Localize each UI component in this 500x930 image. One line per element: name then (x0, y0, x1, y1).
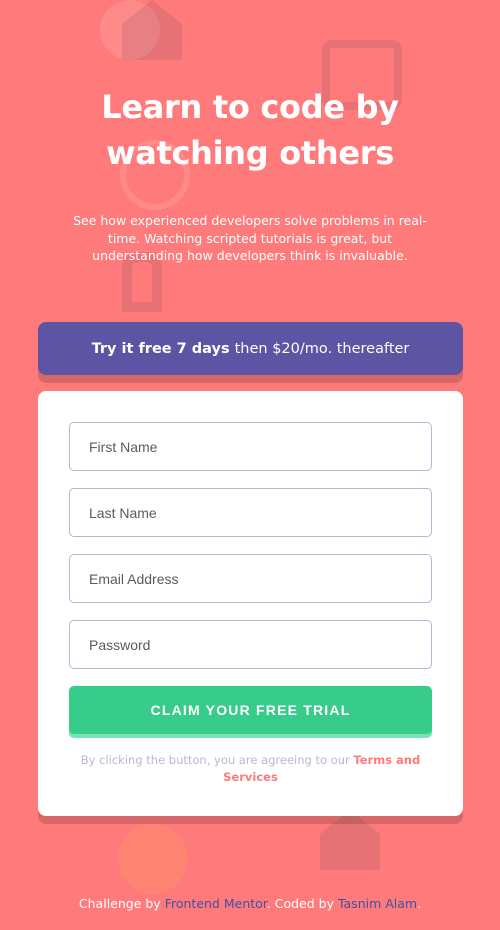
signup-form: CLAIM YOUR FREE TRIAL By clicking the bu… (38, 391, 463, 816)
circle-shape-decoration (100, 0, 160, 60)
frontend-mentor-link[interactable]: Frontend Mentor (165, 896, 267, 911)
offer-bold-text: Try it free 7 days (91, 340, 230, 357)
offer-price-text: then $20/mo. thereafter (234, 340, 410, 357)
last-name-input[interactable] (69, 488, 432, 537)
hero-section: Learn to code by watching others See how… (0, 84, 500, 265)
terms-prefix: By clicking the button, you are agreeing… (80, 753, 350, 767)
hero-description: See how experienced developers solve pro… (73, 213, 427, 263)
house-icon (122, 0, 182, 60)
email-input[interactable] (69, 554, 432, 603)
author-link[interactable]: Tasnim Alam (338, 896, 417, 911)
free-trial-banner: Try it free 7 days then $20/mo. thereaft… (38, 322, 463, 375)
house-icon-bottom (320, 810, 380, 870)
claim-trial-button[interactable]: CLAIM YOUR FREE TRIAL (69, 686, 432, 734)
attribution: Challenge by Frontend Mentor. Coded by T… (0, 896, 500, 911)
page-title: Learn to code by watching others (101, 88, 399, 172)
attribution-suffix: . (417, 896, 422, 911)
attribution-middle: . Coded by (266, 896, 334, 911)
terms-notice: By clicking the button, you are agreeing… (69, 752, 432, 786)
lightbulb-icon (118, 824, 188, 894)
first-name-input[interactable] (69, 422, 432, 471)
password-input[interactable] (69, 620, 432, 669)
attribution-prefix: Challenge by (78, 896, 161, 911)
